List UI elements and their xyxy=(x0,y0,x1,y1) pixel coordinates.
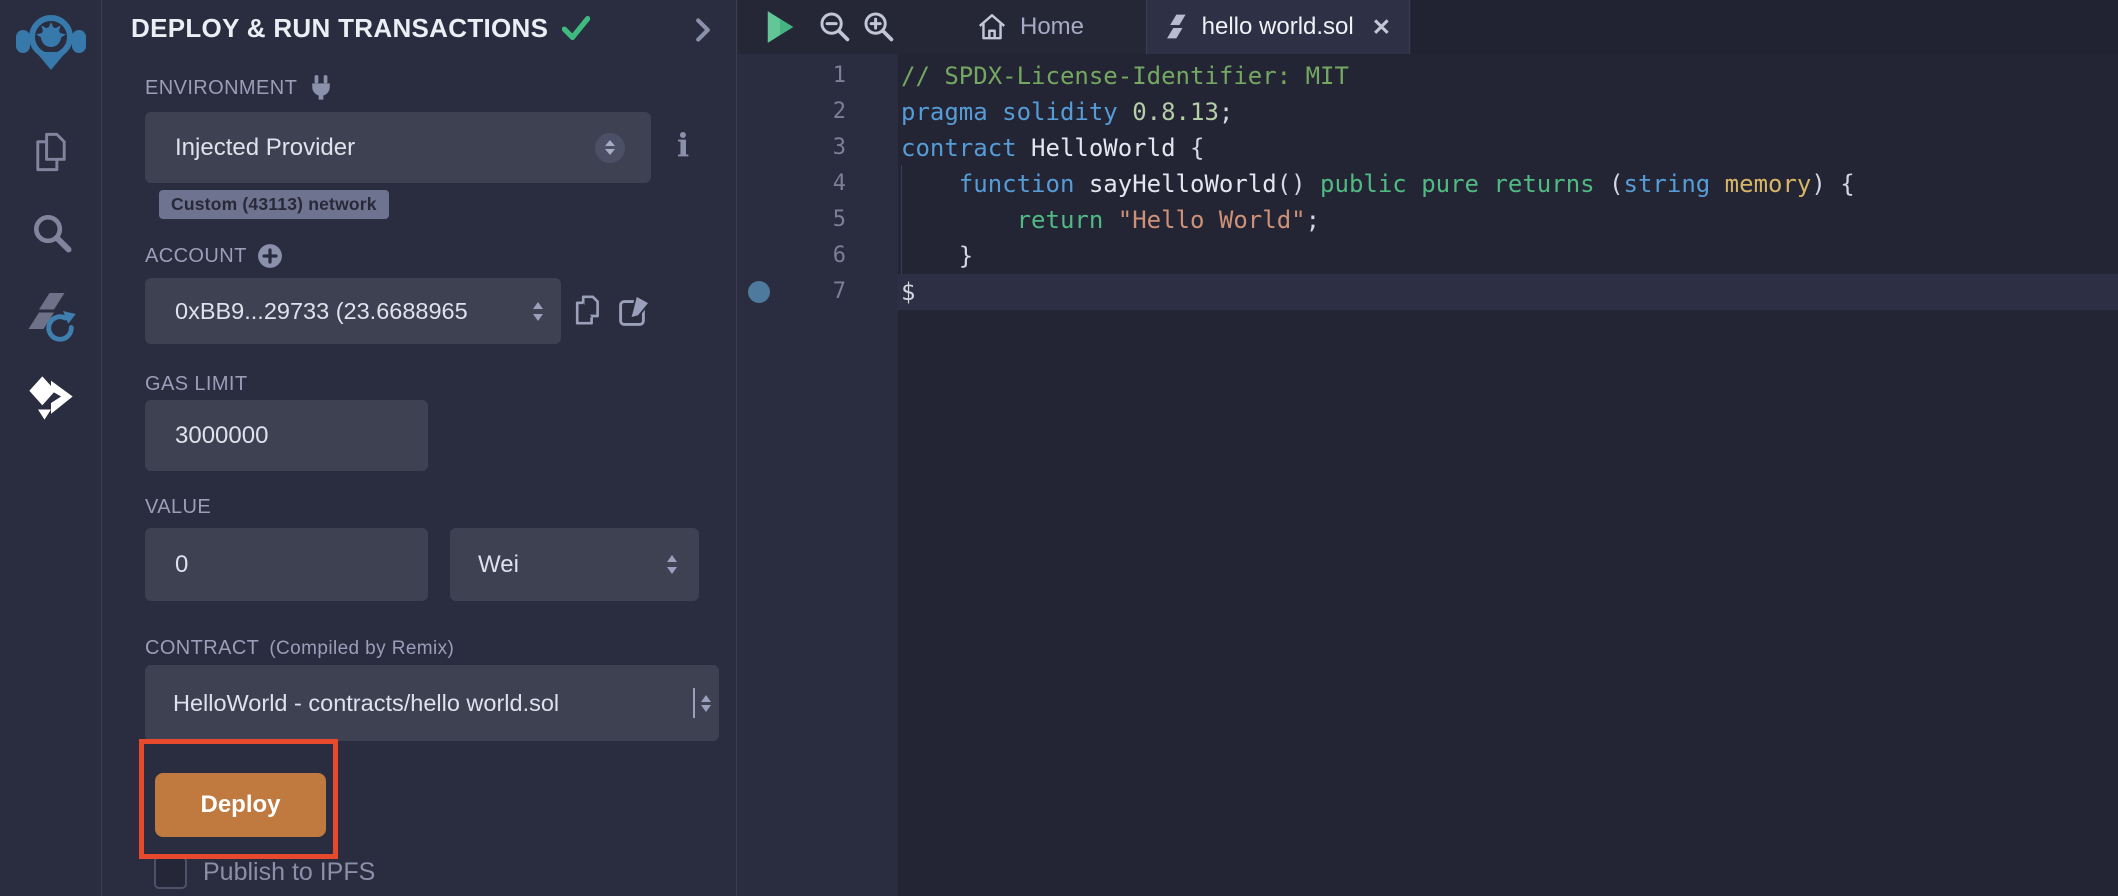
tab-home-label: Home xyxy=(1020,13,1084,41)
code-text[interactable]: function sayHelloWorld() public pure ret… xyxy=(898,166,2118,202)
run-script-icon[interactable] xyxy=(764,10,796,44)
remix-ide-window: DEPLOY & RUN TRANSACTIONS ENVIRONMENT In… xyxy=(0,0,2118,896)
account-value: 0xBB9...29733 (23.6688965 xyxy=(145,298,533,325)
gas-limit-input[interactable] xyxy=(145,400,428,471)
page-title: DEPLOY & RUN TRANSACTIONS xyxy=(131,13,548,44)
value-unit: Wei xyxy=(450,551,667,579)
value-unit-select[interactable]: Wei xyxy=(450,528,699,601)
line-number[interactable]: 1 xyxy=(738,58,898,94)
network-badge: Custom (43113) network xyxy=(159,190,389,219)
contract-value: HelloWorld - contracts/hello world.sol xyxy=(145,690,691,717)
panel-header: DEPLOY & RUN TRANSACTIONS xyxy=(131,6,736,50)
code-text[interactable]: $ xyxy=(898,274,2118,310)
remix-logo-icon xyxy=(15,6,87,78)
code-line-2: 2pragma solidity 0.8.13; xyxy=(738,94,2118,130)
account-select[interactable]: 0xBB9...29733 (23.6688965 xyxy=(145,278,561,344)
contract-sublabel: (Compiled by Remix) xyxy=(269,638,454,660)
environment-label: ENVIRONMENT xyxy=(145,77,297,100)
environment-value: Injected Provider xyxy=(145,134,651,162)
account-label: ACCOUNT xyxy=(145,245,247,268)
code-line-5: 5 return "Hello World"; xyxy=(738,202,2118,238)
zoom-out-icon[interactable] xyxy=(818,10,852,44)
tabbar-filler xyxy=(1411,0,2118,54)
deploy-button[interactable]: Deploy xyxy=(155,773,326,837)
edit-account-icon[interactable] xyxy=(617,292,653,328)
solidity-file-icon xyxy=(1165,13,1188,41)
code-line-7: 7$ xyxy=(738,274,2118,310)
environment-caret-icon xyxy=(595,133,625,163)
environment-select[interactable]: Injected Provider xyxy=(145,112,651,183)
search-icon xyxy=(29,210,73,254)
line-number[interactable]: 2 xyxy=(738,94,898,130)
value-label-row: VALUE xyxy=(145,496,211,519)
deploy-run-panel: DEPLOY & RUN TRANSACTIONS ENVIRONMENT In… xyxy=(103,0,737,896)
line-number[interactable]: 3 xyxy=(738,130,898,166)
deploy-and-run-icon xyxy=(25,372,77,424)
tab-home[interactable]: Home xyxy=(976,0,1084,54)
line-number[interactable]: 6 xyxy=(738,238,898,274)
contract-label: CONTRACT xyxy=(145,637,259,660)
add-account-icon[interactable] xyxy=(257,243,283,269)
close-tab-icon[interactable]: ✕ xyxy=(1372,14,1391,41)
file-explorer-icon xyxy=(29,130,73,174)
line-number[interactable]: 5 xyxy=(738,202,898,238)
chevron-right-icon[interactable] xyxy=(692,18,714,42)
value-input[interactable] xyxy=(145,528,428,601)
contract-caret-icon xyxy=(701,695,711,712)
editor-tabbar: Home hello world.sol ✕ xyxy=(738,0,2118,54)
code-line-3: 3contract HelloWorld { xyxy=(738,130,2118,166)
zoom-in-icon[interactable] xyxy=(862,10,896,44)
gas-limit-label: GAS LIMIT xyxy=(145,373,248,396)
sidebar-item-deploy-and-run[interactable] xyxy=(0,372,101,424)
publish-to-ipfs-checkbox[interactable] xyxy=(154,856,187,889)
code-text[interactable]: pragma solidity 0.8.13; xyxy=(898,94,2118,130)
account-label-row: ACCOUNT xyxy=(145,243,283,269)
tab-hello-world-sol[interactable]: hello world.sol ✕ xyxy=(1146,0,1410,54)
editor: Home hello world.sol ✕ 1// SPDX-License-… xyxy=(738,0,2118,896)
code-area[interactable]: 1// SPDX-License-Identifier: MIT2pragma … xyxy=(738,54,2118,896)
environment-label-row: ENVIRONMENT xyxy=(145,74,335,102)
breakpoint-dot[interactable] xyxy=(748,281,770,303)
contract-label-row: CONTRACT (Compiled by Remix) xyxy=(145,637,454,660)
sidebar-item-search[interactable] xyxy=(0,210,101,254)
text-cursor xyxy=(693,688,695,718)
code-text[interactable]: // SPDX-License-Identifier: MIT xyxy=(898,58,2118,94)
contract-select[interactable]: HelloWorld - contracts/hello world.sol xyxy=(145,665,719,741)
publish-to-ipfs-label: Publish to IPFS xyxy=(203,858,375,887)
account-caret-icon xyxy=(533,302,543,321)
plug-icon[interactable] xyxy=(307,74,335,102)
code-text[interactable]: return "Hello World"; xyxy=(898,202,2118,238)
sidebar-item-solidity-compiler[interactable] xyxy=(0,290,101,344)
gas-limit-label-row: GAS LIMIT xyxy=(145,373,248,396)
solidity-compiler-icon xyxy=(24,290,78,344)
home-icon xyxy=(976,11,1008,43)
line-number[interactable]: 4 xyxy=(738,166,898,202)
code-text[interactable]: contract HelloWorld { xyxy=(898,130,2118,166)
sidebar-item-file-explorer[interactable] xyxy=(0,130,101,174)
code-text[interactable]: } xyxy=(898,238,2118,274)
copy-account-icon[interactable] xyxy=(571,292,605,328)
code-line-1: 1// SPDX-License-Identifier: MIT xyxy=(738,58,2118,94)
code-line-4: 4 function sayHelloWorld() public pure r… xyxy=(738,166,2118,202)
remix-logo[interactable] xyxy=(0,6,101,78)
unit-caret-icon xyxy=(667,555,677,574)
value-label: VALUE xyxy=(145,496,211,519)
tab-file-label: hello world.sol xyxy=(1202,13,1354,41)
code-line-6: 6 } xyxy=(738,238,2118,274)
success-check-icon xyxy=(562,14,590,42)
info-icon[interactable]: i xyxy=(677,126,689,164)
icon-rail xyxy=(0,0,102,896)
